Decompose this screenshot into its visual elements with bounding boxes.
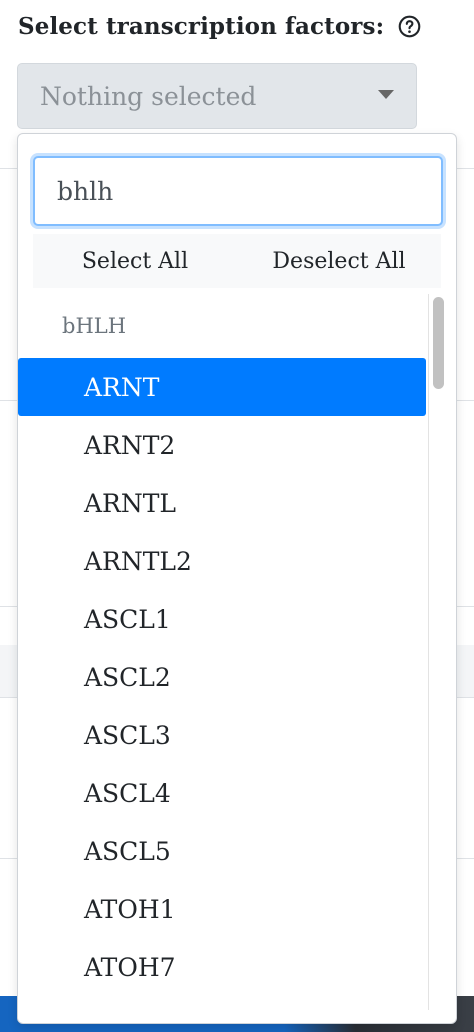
option-item[interactable]: ASCL1 — [18, 590, 426, 648]
option-group-header: bHLH — [62, 314, 127, 338]
option-item[interactable]: ATOH7 — [18, 938, 426, 996]
select-all-button[interactable]: Select All — [33, 234, 237, 288]
caret-down-icon — [378, 90, 394, 99]
option-item[interactable]: ARNT2 — [18, 416, 426, 474]
search-input[interactable] — [33, 156, 443, 226]
scrollbar-thumb[interactable] — [433, 297, 444, 389]
dropdown-menu: Select All Deselect All bHLH ARNTARNT2AR… — [17, 133, 457, 1024]
field-label-row: Select transcription factors: — [18, 8, 421, 44]
options-container: ARNT ARNT2 ARNTL ARNTL2 ASCL1 ASCL2 ASCL3 ASCL4… — [18, 358, 426, 996]
deselect-all-button[interactable]: Deselect All — [237, 234, 441, 288]
option-item[interactable]: ASCL5 — [18, 822, 426, 880]
page: Select transcription factors: Nothing se… — [0, 0, 474, 1032]
field-label: Select transcription factors: — [18, 12, 385, 40]
select-placeholder: Nothing selected — [40, 81, 257, 111]
option-item[interactable]: ASCL4 — [18, 764, 426, 822]
option-item[interactable]: ATOH1 — [18, 880, 426, 938]
option-item[interactable]: ASCL2 — [18, 648, 426, 706]
option-item[interactable]: ARNTL — [18, 474, 426, 532]
tf-select-toggle[interactable]: Nothing selected — [17, 63, 417, 129]
bulk-actions-bar: Select All Deselect All — [33, 234, 441, 288]
option-item[interactable]: ASCL3 — [18, 706, 426, 764]
options-list: bHLH ARNT ARNT2 ARNTL ARNTL2 ASCL1 ASCL2 ASCL3… — [18, 294, 426, 1023]
option-item[interactable]: ARNTL2 — [18, 532, 426, 590]
option-item[interactable]: ARNT — [18, 358, 426, 416]
question-circle-icon[interactable] — [398, 15, 421, 38]
scrollbar[interactable] — [428, 294, 447, 1010]
